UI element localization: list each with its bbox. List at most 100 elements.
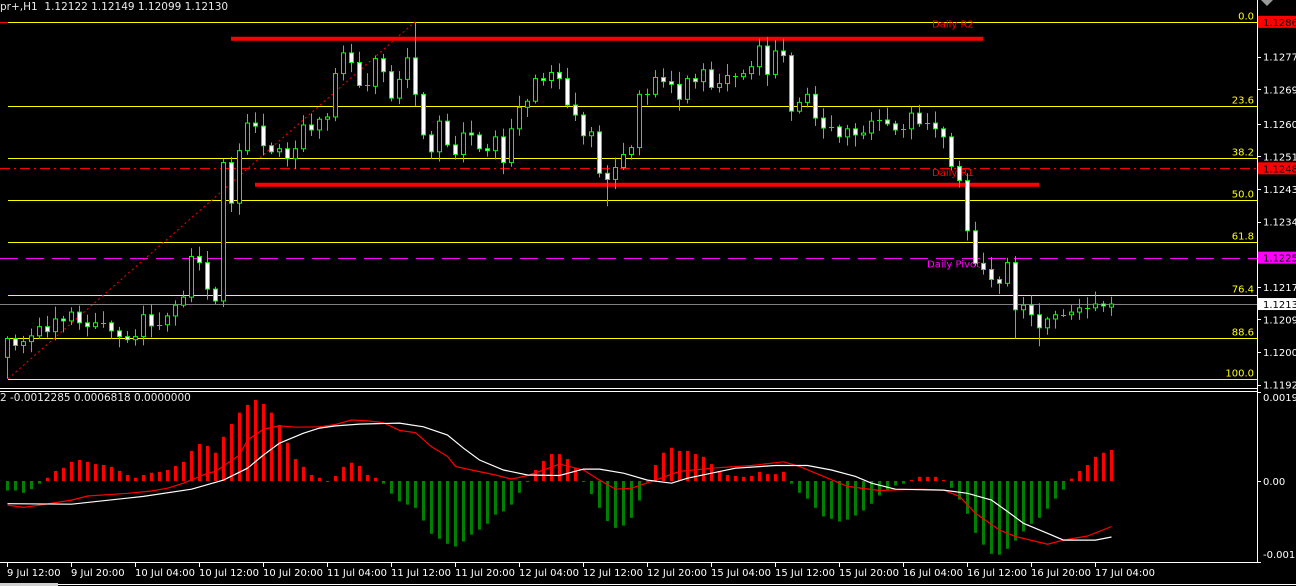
- histogram-bar-positive: [1094, 456, 1097, 481]
- candle-bear: [453, 144, 458, 156]
- candle-bear: [501, 136, 506, 164]
- candle-bull: [1021, 304, 1026, 311]
- candle-bear: [229, 162, 234, 204]
- candle-bear: [109, 322, 114, 332]
- histogram-bar-negative: [638, 480, 641, 501]
- histogram-bar-negative: [462, 480, 465, 542]
- histogram-bar-negative: [1046, 480, 1049, 509]
- histogram-bar-positive: [190, 450, 193, 481]
- candle-bear: [485, 148, 490, 152]
- time-axis-label: 11 Jul 04:00: [327, 568, 387, 579]
- histogram-bar-positive: [174, 465, 177, 481]
- candle-bear: [789, 55, 794, 112]
- candle-bear: [781, 50, 786, 57]
- candle-bear: [853, 128, 858, 136]
- histogram-bar-negative: [446, 480, 449, 544]
- histogram-bar-positive: [1070, 478, 1073, 481]
- histogram-bar-negative: [982, 480, 985, 545]
- candle-bear: [261, 125, 266, 147]
- fib-level-label: 88.6: [1232, 328, 1254, 339]
- histogram-bar-positive: [118, 470, 121, 481]
- histogram-bar-positive: [54, 470, 57, 481]
- candle-bull: [653, 76, 658, 95]
- histogram-bar-positive: [374, 477, 377, 481]
- histogram-bar-negative: [886, 480, 889, 490]
- candle-bear: [253, 122, 258, 127]
- histogram-bar-negative: [430, 480, 433, 534]
- time-axis-label: 16 Jul 04:00: [903, 568, 963, 579]
- candle-bull: [69, 311, 74, 322]
- candle-bull: [613, 167, 618, 180]
- candle-bull: [301, 124, 306, 150]
- histogram-bar-positive: [766, 474, 769, 481]
- histogram-bar-positive: [262, 404, 265, 481]
- fib-level-label: 61.8: [1232, 232, 1254, 243]
- candle-bull: [629, 147, 634, 156]
- histogram-bar-negative: [422, 480, 425, 521]
- price-tag-label: 1.12251: [1263, 254, 1296, 265]
- histogram-bar-positive: [286, 442, 289, 481]
- candle-bear: [285, 148, 290, 160]
- histogram-bar-positive: [62, 467, 65, 481]
- histogram-bar-negative: [902, 480, 905, 484]
- candle-bull: [245, 122, 250, 152]
- candle-bull: [165, 315, 170, 326]
- histogram-bar-positive: [934, 476, 937, 481]
- histogram-bar-positive: [230, 424, 233, 481]
- candle-bull: [845, 128, 850, 138]
- histogram-bar-positive: [726, 475, 729, 481]
- candle-bull: [805, 93, 810, 103]
- time-axis-label: 16 Jul 20:00: [1031, 568, 1091, 579]
- price-axis-label: 1.12090: [1263, 315, 1296, 326]
- histogram-bar-negative: [878, 480, 881, 496]
- histogram-bar-negative: [854, 480, 857, 516]
- candle-bull: [509, 128, 514, 164]
- histogram-bar-positive: [294, 459, 297, 481]
- histogram-bar-positive: [918, 476, 921, 481]
- candle-bull: [141, 314, 146, 338]
- price-chart[interactable]: 0.0 23.6 38.2 50.0 61.8 76.4 88.6 100.0 Daily R2…: [0, 0, 1296, 586]
- candle-bull: [1077, 307, 1082, 313]
- candle-bear: [605, 172, 610, 180]
- candle-bull: [181, 296, 186, 306]
- candle-bull: [1069, 311, 1074, 316]
- candle-bull: [325, 116, 330, 120]
- candle-bear: [557, 71, 562, 80]
- histogram-bar-negative: [486, 480, 489, 524]
- candle-bull: [533, 78, 538, 102]
- histogram-bar-positive: [558, 454, 561, 481]
- price-axis-label: 1.12515: [1263, 152, 1296, 163]
- histogram-bar-negative: [1030, 480, 1033, 524]
- histogram-bar-negative: [494, 480, 497, 515]
- candle-bear: [949, 136, 954, 167]
- candle-bull: [53, 318, 58, 333]
- histogram-bar-positive: [198, 444, 201, 481]
- histogram-bar-negative: [438, 480, 441, 539]
- histogram-bar-negative: [390, 480, 393, 494]
- candle-bear: [125, 336, 130, 341]
- histogram-bar-positive: [358, 465, 361, 481]
- price-axis-label: 1.11920: [1263, 381, 1296, 392]
- candle-bull: [189, 255, 194, 298]
- candle-bear: [213, 288, 218, 302]
- histogram-bar-positive: [270, 412, 273, 481]
- fib-level-label: 23.6: [1232, 96, 1254, 107]
- candle-bear: [269, 145, 274, 153]
- candle-bear: [445, 120, 450, 146]
- histogram-bar-negative: [590, 480, 593, 495]
- histogram-bar-positive: [214, 452, 217, 481]
- histogram-bar-positive: [654, 465, 657, 481]
- candle-bear: [669, 81, 674, 85]
- histogram-bar-positive: [94, 464, 97, 481]
- candle-bull: [277, 148, 282, 153]
- candle-bear: [661, 76, 666, 83]
- histogram-bar-negative: [830, 480, 833, 519]
- histogram-bar-negative: [6, 480, 9, 491]
- histogram-bar-negative: [406, 480, 409, 505]
- candle-bull: [1045, 318, 1050, 329]
- candle-bull: [437, 120, 442, 153]
- candle-bear: [149, 314, 154, 327]
- histogram-bar-positive: [46, 477, 49, 481]
- candle-bear: [421, 93, 426, 136]
- candle-bear: [1037, 314, 1042, 329]
